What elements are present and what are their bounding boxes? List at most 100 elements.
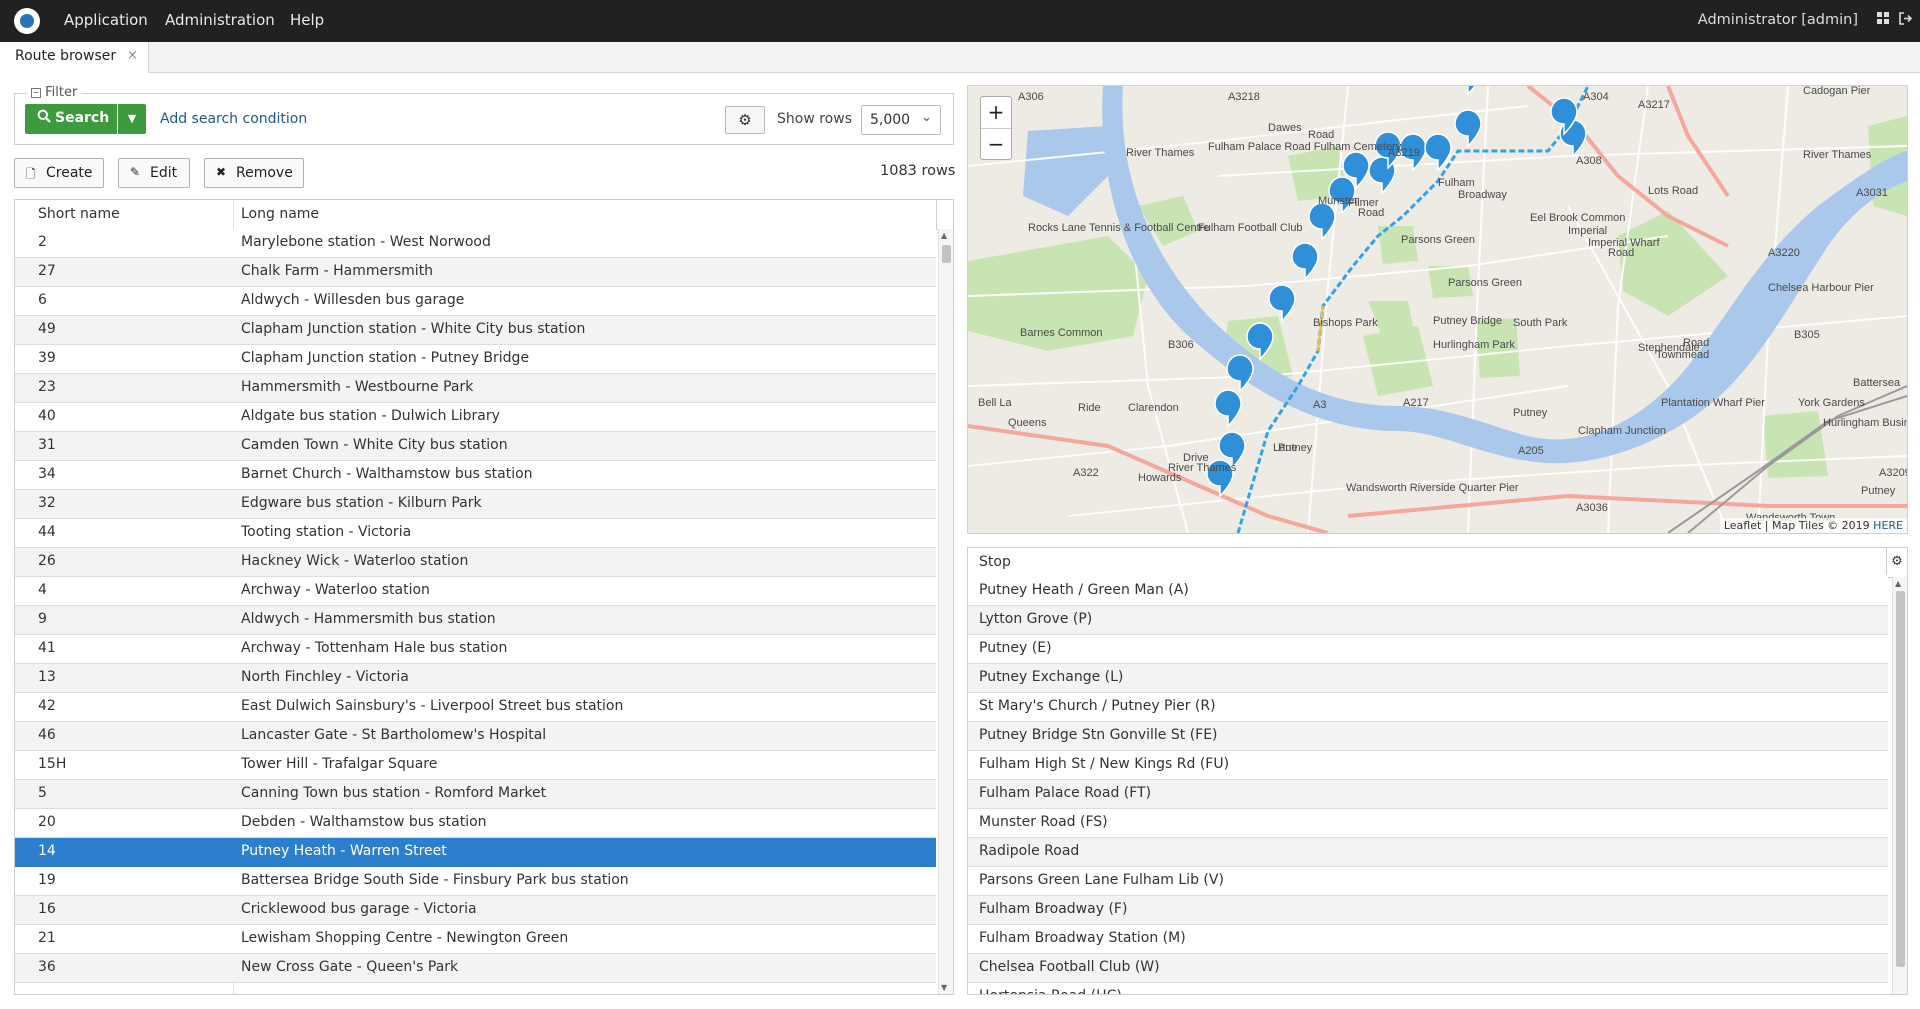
routes-scrollbar[interactable]: ▲ ▼ (938, 229, 953, 994)
map-label: Putney (1513, 407, 1548, 419)
list-item[interactable]: Parsons Green Lane Fulham Lib (V) (968, 867, 1888, 896)
list-item[interactable]: Putney Bridge Stn Gonville St (FE) (968, 722, 1888, 751)
map-label: River Thames (1803, 149, 1872, 161)
table-row[interactable]: 19 Battersea Bridge South Side - Finsbury… (15, 867, 936, 896)
app-logo[interactable] (14, 8, 40, 34)
table-row[interactable]: 40 Aldgate bus station - Dulwich Library (15, 403, 936, 432)
table-row[interactable]: 36 New Cross Gate - Queen's Park (15, 954, 936, 983)
short-name-cell: 44 (38, 524, 56, 540)
table-row[interactable]: 34 Barnet Church - Walthamstow bus statio… (15, 461, 936, 490)
add-search-condition-link[interactable]: Add search condition (160, 111, 307, 127)
list-item[interactable]: Fulham Palace Road (FT) (968, 780, 1888, 809)
list-item[interactable]: Hortensia Road (HC) (968, 983, 1888, 994)
table-row[interactable]: 26 Hackney Wick - Waterloo station (15, 548, 936, 577)
menu-application[interactable]: Application (64, 11, 148, 29)
map-label: Ride (1078, 402, 1101, 414)
zoom-in-button[interactable]: + (981, 97, 1011, 129)
list-item[interactable]: Putney Heath / Green Man (A) (968, 577, 1888, 606)
list-item[interactable]: Radipole Road (968, 838, 1888, 867)
chevron-down-icon: ⌄ (921, 110, 932, 125)
table-row[interactable]: 42 East Dulwich Sainsbury's - Liverpool S… (15, 693, 936, 722)
stop-name-cell: Putney (E) (979, 640, 1052, 656)
list-item[interactable]: Chelsea Football Club (W) (968, 954, 1888, 983)
short-name-cell: 6 (38, 292, 47, 308)
user-menu[interactable]: Administrator [admin] (1698, 12, 1858, 28)
filter-settings-button[interactable]: ⚙ (725, 106, 765, 134)
search-dropdown-button[interactable]: ▼ (118, 104, 146, 134)
table-row[interactable]: 20 Debden - Walthamstow bus station (15, 809, 936, 838)
stops-settings-button[interactable]: ⚙ (1886, 548, 1907, 575)
table-row[interactable]: 2 Marylebone station - West Norwood (15, 229, 936, 258)
column-divider[interactable] (936, 200, 937, 229)
list-item[interactable]: Lytton Grove (P) (968, 606, 1888, 635)
tab-strip: Route browser × (0, 42, 1920, 73)
table-row[interactable]: 14 Putney Heath - Warren Street (15, 838, 936, 867)
table-row[interactable]: 9 Aldwych - Hammersmith bus station (15, 606, 936, 635)
logout-icon[interactable] (1898, 12, 1912, 26)
scroll-up-icon[interactable]: ▲ (1895, 579, 1901, 588)
scroll-down-icon[interactable]: ▼ (941, 983, 947, 992)
table-row[interactable]: 6 Aldwych - Willesden bus garage (15, 287, 936, 316)
remove-button[interactable]: ✖ Remove (204, 158, 304, 188)
attribution-link[interactable]: HERE (1873, 519, 1903, 532)
list-item[interactable]: Fulham Broadway (F) (968, 896, 1888, 925)
show-rows-select[interactable]: 5,000 ⌄ (861, 105, 941, 135)
routes-table-body: 2 Marylebone station - West Norwood 27 Chal… (15, 229, 936, 983)
map-label: A217 (1403, 397, 1429, 409)
create-button[interactable]: 🗋 Create (14, 158, 104, 188)
long-name-cell: Debden - Walthamstow bus station (241, 814, 487, 830)
column-header-short-name[interactable]: Short name (38, 206, 120, 222)
table-row[interactable]: 15H Tower Hill - Trafalgar Square (15, 751, 936, 780)
tab-close-icon[interactable]: × (127, 48, 138, 63)
table-row[interactable]: 27 Chalk Farm - Hammersmith (15, 258, 936, 287)
table-row[interactable]: 32 Edgware bus station - Kilburn Park (15, 490, 936, 519)
table-row[interactable]: 16 Cricklewood bus garage - Victoria (15, 896, 936, 925)
menu-help[interactable]: Help (290, 11, 324, 29)
map-label: Road (1683, 337, 1709, 349)
column-header-stop[interactable]: Stop (979, 554, 1011, 570)
table-row[interactable]: 4 Archway - Waterloo station (15, 577, 936, 606)
list-item[interactable]: Putney (E) (968, 635, 1888, 664)
long-name-cell: Cricklewood bus garage - Victoria (241, 901, 477, 917)
map-label: Wandsworth Riverside Quarter Pier (1346, 482, 1519, 494)
collapse-icon[interactable]: − (31, 88, 41, 98)
list-item[interactable]: Munster Road (FS) (968, 809, 1888, 838)
table-row[interactable]: 49 Clapham Junction station - White City … (15, 316, 936, 345)
tab-route-browser[interactable]: Route browser × (0, 42, 149, 73)
table-row[interactable]: 23 Hammersmith - Westbourne Park (15, 374, 936, 403)
edit-button[interactable]: ✎ Edit (118, 158, 190, 188)
table-row[interactable]: 44 Tooting station - Victoria (15, 519, 936, 548)
map-label: Putney Bridge (1433, 315, 1502, 327)
apps-grid-icon[interactable] (1876, 12, 1890, 26)
table-row[interactable]: 46 Lancaster Gate - St Bartholomew's Hosp… (15, 722, 936, 751)
map-label: Road (1608, 247, 1634, 259)
table-row[interactable]: 41 Archway - Tottenham Hale bus station (15, 635, 936, 664)
map-label: A205 (1518, 445, 1544, 457)
scrollbar-thumb[interactable] (942, 245, 951, 263)
map-canvas[interactable]: A306 A3218 A304 A3217 Cadogan Pier Dawes Road R… (968, 86, 1907, 533)
table-row[interactable]: 39 Clapham Junction station - Putney Brid… (15, 345, 936, 374)
table-row[interactable]: 13 North Finchley - Victoria (15, 664, 936, 693)
scroll-up-icon[interactable]: ▲ (941, 231, 947, 240)
list-item[interactable]: Fulham Broadway Station (M) (968, 925, 1888, 954)
short-name-cell: 46 (38, 727, 56, 743)
menu-administration[interactable]: Administration (165, 11, 275, 29)
show-rows-label: Show rows (777, 111, 852, 127)
scrollbar-thumb[interactable] (1896, 591, 1905, 967)
long-name-cell: New Cross Gate - Queen's Park (241, 959, 459, 975)
stops-scrollbar[interactable]: ▲ (1892, 577, 1907, 994)
table-row[interactable]: 21 Lewisham Shopping Centre - Newington G… (15, 925, 936, 954)
table-row[interactable]: 31 Camden Town - White City bus station (15, 432, 936, 461)
zoom-out-button[interactable]: − (981, 129, 1011, 160)
column-header-long-name[interactable]: Long name (241, 206, 319, 222)
map-label: A306 (1018, 91, 1044, 103)
list-item[interactable]: Fulham High St / New Kings Rd (FU) (968, 751, 1888, 780)
list-item[interactable]: St Mary's Church / Putney Pier (R) (968, 693, 1888, 722)
table-row[interactable]: 5 Canning Town bus station - Romford Mark… (15, 780, 936, 809)
search-button[interactable]: Search (25, 104, 117, 134)
map-label: Bell La (978, 397, 1013, 409)
filter-legend[interactable]: − Filter (27, 85, 82, 100)
short-name-cell: 40 (38, 408, 56, 424)
route-map[interactable]: A306 A3218 A304 A3217 Cadogan Pier Dawes Road R… (967, 85, 1908, 534)
list-item[interactable]: Putney Exchange (L) (968, 664, 1888, 693)
